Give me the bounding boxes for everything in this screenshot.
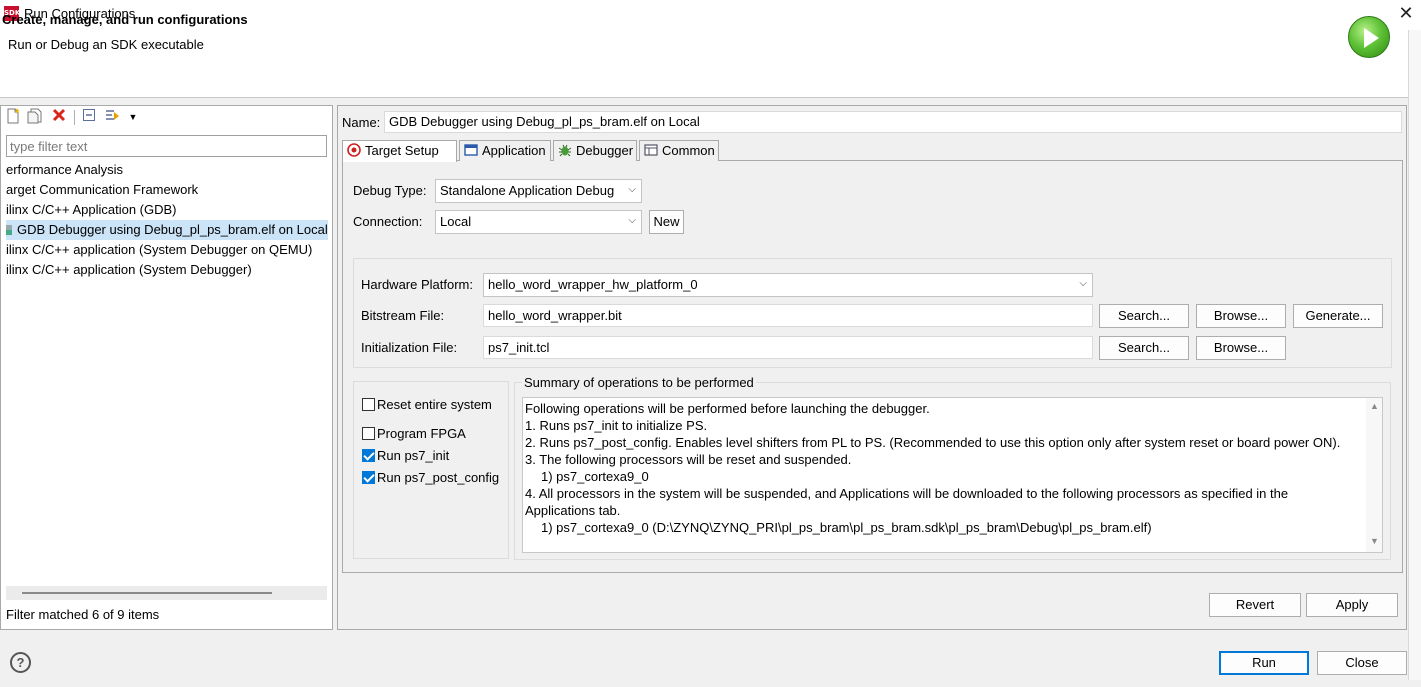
application-icon: [464, 144, 478, 156]
debug-type-value: Standalone Application Debug: [440, 183, 615, 198]
revert-button[interactable]: Revert: [1209, 593, 1301, 617]
run-button[interactable]: Run: [1219, 651, 1309, 675]
tab-application[interactable]: Application: [459, 140, 551, 161]
summary-scrollbar[interactable]: ▲ ▼: [1366, 398, 1382, 552]
tree-scrollbar-thumb[interactable]: [22, 592, 272, 594]
summary-line: 4. All processors in the system will be …: [525, 486, 1289, 501]
run-ps7-init-checkbox[interactable]: [362, 449, 375, 462]
banner-title: Create, manage, and run configurations: [2, 12, 248, 27]
hardware-platform-label: Hardware Platform:: [361, 277, 473, 292]
tab-label: Application: [482, 143, 546, 158]
summary-line: Following operations will be performed b…: [525, 401, 930, 416]
banner-subtitle: Run or Debug an SDK executable: [8, 37, 204, 52]
new-connection-button[interactable]: New: [649, 210, 684, 234]
hardware-platform-select[interactable]: hello_word_wrapper_hw_platform_0 ⌵: [483, 273, 1093, 297]
close-window-button[interactable]: ✕: [1394, 2, 1418, 24]
summary-line: 1) ps7_cortexa9_0 (D:\ZYNQ\ZYNQ_PRI\pl_p…: [541, 520, 1152, 535]
run-ps7-init-label: Run ps7_init: [377, 448, 450, 463]
initialization-file-label: Initialization File:: [361, 340, 458, 355]
reset-system-label: Reset entire system: [377, 397, 492, 412]
window-vertical-scrollbar[interactable]: [1408, 30, 1421, 680]
help-icon[interactable]: ?: [10, 652, 31, 673]
debug-type-select[interactable]: Standalone Application Debug ⌵: [435, 179, 642, 203]
init-search-button[interactable]: Search...: [1099, 336, 1189, 360]
tree-item-system-debugger[interactable]: ilinx C/C++ application (System Debugger…: [6, 260, 328, 280]
summary-line: 1. Runs ps7_init to initialize PS.: [525, 418, 708, 433]
summary-line: 3. The following processors will be rese…: [525, 452, 852, 467]
summary-line: 2. Runs ps7_post_config. Enables level s…: [525, 435, 1341, 450]
launch-config-icon: [6, 225, 12, 235]
chevron-down-icon: ⌵: [628, 215, 636, 226]
generate-button[interactable]: Generate...: [1293, 304, 1383, 328]
apply-button[interactable]: Apply: [1306, 593, 1398, 617]
hardware-platform-value: hello_word_wrapper_hw_platform_0: [488, 277, 698, 292]
filter-status-text: Filter matched 6 of 9 items: [6, 607, 160, 622]
filter-configurations-icon[interactable]: [104, 108, 122, 126]
name-label: Name:: [342, 115, 381, 130]
init-browse-button[interactable]: Browse...: [1196, 336, 1286, 360]
bitstream-search-button[interactable]: Search...: [1099, 304, 1189, 328]
view-menu-chevron-down-icon[interactable]: ▼: [124, 108, 142, 126]
tab-label: Common: [662, 143, 715, 158]
program-fpga-checkbox[interactable]: [362, 427, 375, 440]
header-banner: [0, 28, 1421, 98]
tree-item-label: GDB Debugger using Debug_pl_ps_bram.elf …: [17, 222, 328, 237]
summary-line: Applications tab.: [525, 503, 621, 518]
summary-line: 1) ps7_cortexa9_0: [541, 469, 649, 484]
tab-label: Target Setup: [365, 143, 439, 158]
summary-title: Summary of operations to be performed: [522, 375, 756, 390]
tree-item-gdb-debugger-config[interactable]: GDB Debugger using Debug_pl_ps_bram.elf …: [6, 220, 328, 240]
duplicate-configuration-icon[interactable]: [26, 108, 44, 126]
initialization-file-input[interactable]: ps7_init.tcl: [483, 336, 1093, 359]
chevron-down-icon: ⌵: [1079, 278, 1087, 289]
program-fpga-label: Program FPGA: [377, 426, 466, 441]
common-icon: [644, 144, 658, 156]
tree-item-target-communication-framework[interactable]: arget Communication Framework: [6, 180, 328, 200]
tree-item-xilinx-application-gdb[interactable]: ilinx C/C++ Application (GDB): [6, 200, 328, 220]
collapse-all-icon[interactable]: [80, 108, 98, 126]
close-button[interactable]: Close: [1317, 651, 1407, 675]
summary-text-area[interactable]: Following operations will be performed b…: [522, 397, 1383, 553]
run-ps7-post-config-checkbox[interactable]: [362, 471, 375, 484]
bitstream-browse-button[interactable]: Browse...: [1196, 304, 1286, 328]
tree-item-performance-analysis[interactable]: erformance Analysis: [6, 160, 328, 180]
connection-value: Local: [440, 214, 472, 229]
connection-label: Connection:: [353, 214, 423, 229]
run-icon: [1348, 16, 1390, 58]
configuration-name-input[interactable]: GDB Debugger using Debug_pl_ps_bram.elf …: [384, 111, 1402, 133]
new-configuration-icon[interactable]: [4, 108, 22, 126]
bug-icon: [558, 144, 572, 157]
bitstream-file-label: Bitstream File:: [361, 308, 445, 323]
scroll-up-icon[interactable]: ▲: [1370, 401, 1379, 411]
tab-common[interactable]: Common: [639, 140, 719, 161]
chevron-down-icon: ⌵: [628, 184, 636, 195]
tree-item-system-debugger-qemu[interactable]: ilinx C/C++ application (System Debugger…: [6, 240, 328, 260]
tab-label: Debugger: [576, 143, 634, 158]
target-icon: [347, 143, 361, 157]
toolbar-separator: [74, 110, 75, 125]
connection-select[interactable]: Local ⌵: [435, 210, 642, 234]
run-ps7-post-config-label: Run ps7_post_config: [377, 470, 500, 485]
filter-input[interactable]: [6, 135, 327, 157]
debug-type-label: Debug Type:: [353, 183, 427, 198]
reset-system-checkbox[interactable]: [362, 398, 375, 411]
delete-configuration-icon[interactable]: [50, 108, 68, 126]
tab-target-setup[interactable]: Target Setup: [342, 140, 457, 162]
scroll-down-icon[interactable]: ▼: [1370, 536, 1379, 546]
tab-debugger[interactable]: Debugger: [553, 140, 637, 161]
bitstream-file-input[interactable]: hello_word_wrapper.bit: [483, 304, 1093, 327]
